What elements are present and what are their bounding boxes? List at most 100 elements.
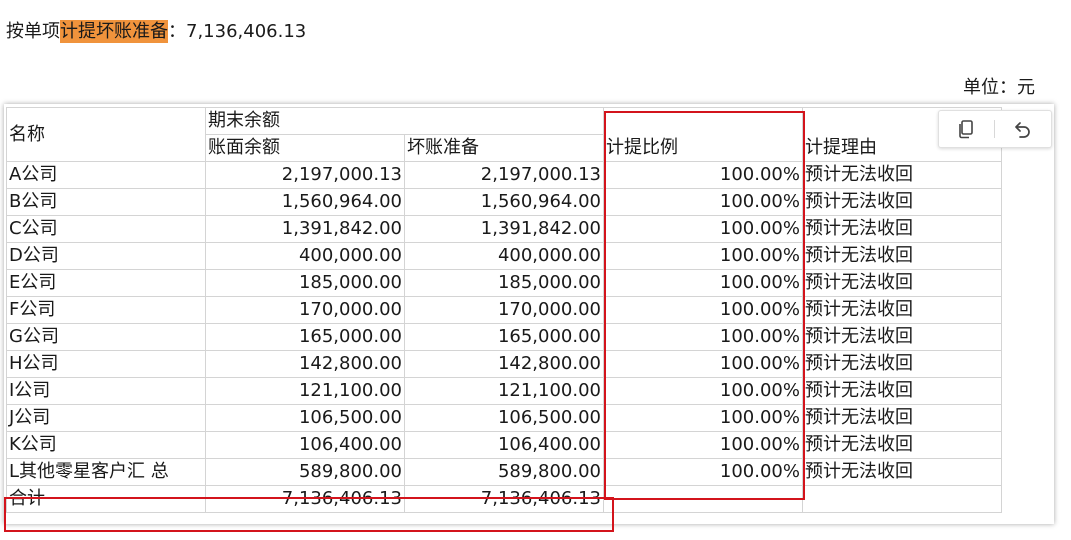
- heading-separator: ：: [168, 21, 186, 42]
- total-bad-debt[interactable]: 7,136,406.13: [404, 485, 604, 513]
- cell-ratio[interactable]: 100.00%: [603, 269, 803, 297]
- cell-reason[interactable]: 预计无法收回: [802, 458, 1002, 486]
- cell-book-balance[interactable]: 165,000.00: [205, 323, 405, 351]
- cell-bad-debt[interactable]: 589,800.00: [404, 458, 604, 486]
- cell-name[interactable]: K公司: [6, 431, 206, 459]
- cell-bad-debt[interactable]: 121,100.00: [404, 377, 604, 405]
- copy-icon: [959, 120, 973, 139]
- cell-book-balance[interactable]: 2,197,000.13: [205, 161, 405, 189]
- total-label[interactable]: 合计: [6, 485, 206, 513]
- table-row: A公司 2,197,000.13 2,197,000.13 100.00% 预计无法收回: [6, 161, 1002, 189]
- header-row-1: 名称 期末余额: [6, 107, 1002, 162]
- cell-name[interactable]: C公司: [6, 215, 206, 243]
- bad-debt-table: 名称 期末余额 账面余额 坏账准备 计提比例 计提理由 A公司 2,197,000…: [6, 107, 1002, 513]
- cell-reason[interactable]: 预计无法收回: [802, 404, 1002, 432]
- cell-book-balance[interactable]: 106,500.00: [205, 404, 405, 432]
- heading-highlight: 计提坏账准备: [60, 20, 168, 43]
- total-ratio-empty[interactable]: [603, 485, 803, 513]
- cell-reason[interactable]: 预计无法收回: [802, 161, 1002, 189]
- floating-toolbar: [938, 110, 1052, 148]
- cell-ratio[interactable]: 100.00%: [603, 161, 803, 189]
- cell-book-balance[interactable]: 121,100.00: [205, 377, 405, 405]
- cell-bad-debt[interactable]: 106,500.00: [404, 404, 604, 432]
- cell-reason[interactable]: 预计无法收回: [802, 188, 1002, 216]
- table-row: F公司 170,000.00 170,000.00 100.00% 预计无法收回: [6, 296, 1002, 324]
- cell-book-balance[interactable]: 170,000.00: [205, 296, 405, 324]
- cell-reason[interactable]: 预计无法收回: [802, 296, 1002, 324]
- cell-bad-debt[interactable]: 2,197,000.13: [404, 161, 604, 189]
- cell-name[interactable]: I公司: [6, 377, 206, 405]
- cell-ratio[interactable]: 100.00%: [603, 296, 803, 324]
- cell-ratio[interactable]: 100.00%: [603, 404, 803, 432]
- cell-name[interactable]: G公司: [6, 323, 206, 351]
- unit-label: 单位：元: [963, 77, 1035, 98]
- cell-ratio[interactable]: 100.00%: [603, 242, 803, 270]
- table-row: I公司 121,100.00 121,100.00 100.00% 预计无法收回: [6, 377, 1002, 405]
- total-reason-empty[interactable]: [802, 485, 1002, 513]
- total-book-balance[interactable]: 7,136,406.13: [205, 485, 405, 513]
- table-row: D公司 400,000.00 400,000.00 100.00% 预计无法收回: [6, 242, 1002, 270]
- copy-button[interactable]: [945, 115, 987, 143]
- cell-book-balance[interactable]: 185,000.00: [205, 269, 405, 297]
- cell-reason[interactable]: 预计无法收回: [802, 323, 1002, 351]
- cell-ratio[interactable]: 100.00%: [603, 350, 803, 378]
- cell-reason[interactable]: 预计无法收回: [802, 269, 1002, 297]
- cell-bad-debt[interactable]: 106,400.00: [404, 431, 604, 459]
- table-row: J公司 106,500.00 106,500.00 100.00% 预计无法收回: [6, 404, 1002, 432]
- cell-reason[interactable]: 预计无法收回: [802, 215, 1002, 243]
- cell-name[interactable]: H公司: [6, 350, 206, 378]
- table-row: B公司 1,560,964.00 1,560,964.00 100.00% 预计无法收回: [6, 188, 1002, 216]
- heading-prefix: 按单项: [6, 21, 60, 42]
- cell-book-balance[interactable]: 142,800.00: [205, 350, 405, 378]
- page: 按单项计提坏账准备：7,136,406.13 单位：元 名称 期末余额 账面余额: [0, 0, 1071, 540]
- cell-bad-debt[interactable]: 142,800.00: [404, 350, 604, 378]
- table-row: G公司 165,000.00 165,000.00 100.00% 预计无法收回: [6, 323, 1002, 351]
- table-row: L其他零星客户汇 总 589,800.00 589,800.00 100.00% 预计无…: [6, 458, 1002, 486]
- cell-ratio[interactable]: 100.00%: [603, 323, 803, 351]
- cell-name[interactable]: J公司: [6, 404, 206, 432]
- table-row: H公司 142,800.00 142,800.00 100.00% 预计无法收回: [6, 350, 1002, 378]
- cell-name[interactable]: A公司: [6, 161, 206, 189]
- cell-bad-debt[interactable]: 400,000.00: [404, 242, 604, 270]
- cell-ratio[interactable]: 100.00%: [603, 431, 803, 459]
- cell-ratio[interactable]: 100.00%: [603, 215, 803, 243]
- table-row: K公司 106,400.00 106,400.00 100.00% 预计无法收回: [6, 431, 1002, 459]
- cell-ratio[interactable]: 100.00%: [603, 377, 803, 405]
- undo-button[interactable]: [1001, 115, 1043, 143]
- cell-ratio[interactable]: 100.00%: [603, 458, 803, 486]
- cell-bad-debt[interactable]: 185,000.00: [404, 269, 604, 297]
- cell-bad-debt[interactable]: 1,560,964.00: [404, 188, 604, 216]
- header-ratio[interactable]: 计提比例: [603, 134, 803, 162]
- cell-bad-debt[interactable]: 1,391,842.00: [404, 215, 604, 243]
- header-name[interactable]: 名称: [6, 107, 206, 162]
- cell-book-balance[interactable]: 589,800.00: [205, 458, 405, 486]
- header-ratio-top[interactable]: [603, 107, 803, 135]
- cell-name[interactable]: E公司: [6, 269, 206, 297]
- table-row: C公司 1,391,842.00 1,391,842.00 100.00% 预计无法收回: [6, 215, 1002, 243]
- cell-name[interactable]: B公司: [6, 188, 206, 216]
- table-row: E公司 185,000.00 185,000.00 100.00% 预计无法收回: [6, 269, 1002, 297]
- header-book-balance[interactable]: 账面余额: [205, 134, 405, 162]
- header-group-ending-balance[interactable]: 期末余额: [205, 107, 604, 135]
- cell-book-balance[interactable]: 400,000.00: [205, 242, 405, 270]
- cell-reason[interactable]: 预计无法收回: [802, 431, 1002, 459]
- cell-book-balance[interactable]: 1,560,964.00: [205, 188, 405, 216]
- undo-icon: [1015, 122, 1030, 138]
- header-bad-debt[interactable]: 坏账准备: [404, 134, 604, 162]
- spreadsheet-area: 名称 期末余额 账面余额 坏账准备 计提比例 计提理由 A公司 2,197,000…: [4, 104, 1054, 524]
- cell-book-balance[interactable]: 1,391,842.00: [205, 215, 405, 243]
- toolbar-separator: [994, 120, 995, 138]
- cell-reason[interactable]: 预计无法收回: [802, 377, 1002, 405]
- cell-book-balance[interactable]: 106,400.00: [205, 431, 405, 459]
- cell-reason[interactable]: 预计无法收回: [802, 350, 1002, 378]
- cell-name[interactable]: F公司: [6, 296, 206, 324]
- cell-name[interactable]: D公司: [6, 242, 206, 270]
- cell-bad-debt[interactable]: 170,000.00: [404, 296, 604, 324]
- cell-ratio[interactable]: 100.00%: [603, 188, 803, 216]
- heading-amount: 7,136,406.13: [186, 21, 307, 42]
- cell-reason[interactable]: 预计无法收回: [802, 242, 1002, 270]
- cell-bad-debt[interactable]: 165,000.00: [404, 323, 604, 351]
- cell-name[interactable]: L其他零星客户汇 总: [6, 458, 206, 486]
- heading-line: 按单项计提坏账准备：7,136,406.13: [6, 19, 306, 45]
- total-row: 合计 7,136,406.13 7,136,406.13: [6, 485, 1002, 513]
